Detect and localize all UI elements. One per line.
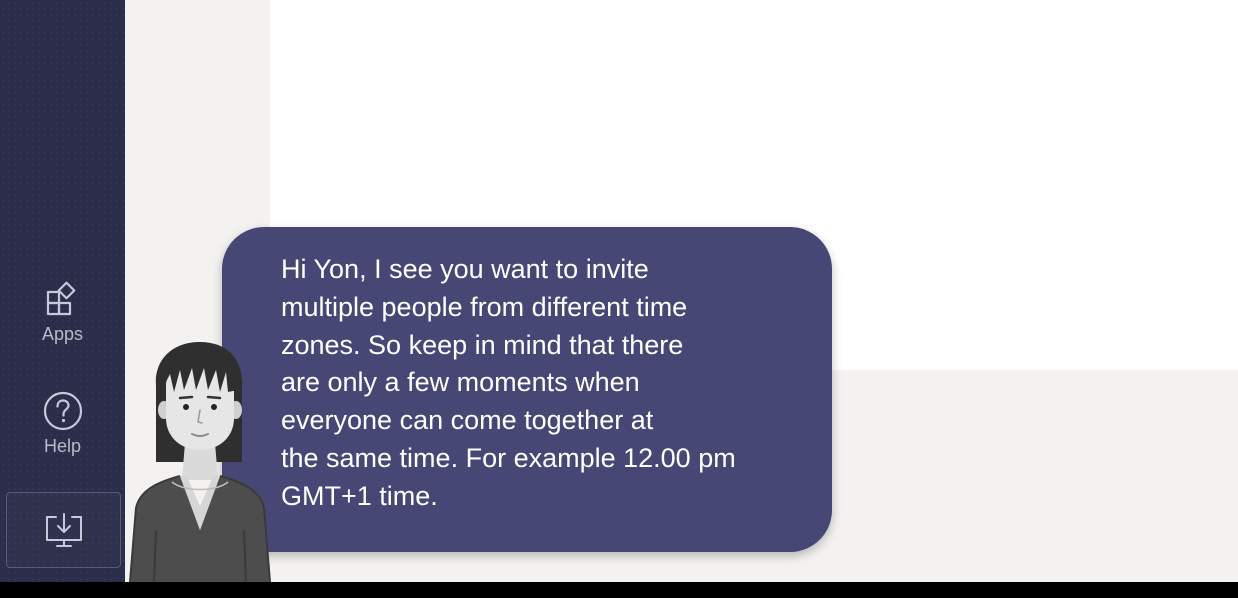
rail-item-label: Apps — [41, 324, 84, 344]
tip-line: everyone can come together at — [281, 405, 654, 436]
app-rail: Apps Help — [0, 0, 125, 582]
tip-line: multiple people from different time — [281, 291, 688, 322]
help-icon — [43, 391, 82, 431]
tip-line: the same time. For example 12.00 pm — [281, 442, 736, 473]
bottom-strip — [0, 582, 1238, 598]
tip-speech-bubble: Hi Yon, I see you want to invite multipl… — [222, 227, 832, 552]
tip-line: zones. So keep in mind that there — [281, 329, 684, 360]
tip-message: Hi Yon, I see you want to invite multipl… — [281, 251, 821, 516]
tip-line: Hi Yon, I see you want to invite — [281, 254, 649, 284]
assistant-avatar — [129, 342, 271, 582]
tip-line: are only a few moments when — [281, 367, 640, 398]
download-app-button[interactable] — [6, 492, 121, 568]
rail-item-apps[interactable]: Apps — [0, 280, 125, 345]
apps-icon — [46, 281, 75, 316]
tip-line: GMT+1 time. — [281, 480, 438, 511]
rail-item-help[interactable]: Help — [0, 390, 125, 457]
rail-item-label: Help — [43, 436, 82, 456]
download-app-icon — [45, 513, 82, 547]
